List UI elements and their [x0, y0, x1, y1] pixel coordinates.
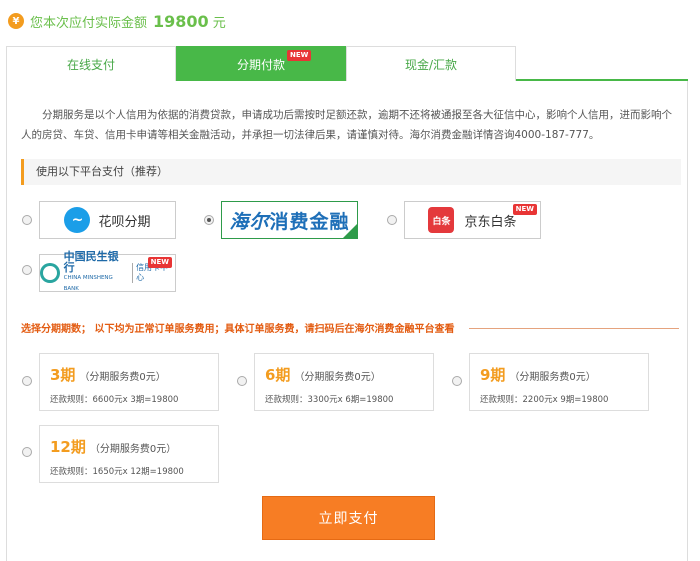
platform-name: 京东白条 [464, 214, 517, 230]
radio-plan-6[interactable] [237, 376, 247, 386]
platform-section-title: 使用以下平台支付（推荐） [21, 159, 681, 185]
plan-12-periods[interactable]: 12期 （分期服务费0元） 还款规则：1650元x 12期=19800 [39, 425, 219, 483]
plan-9-periods[interactable]: 9期 （分期服务费0元） 还款规则：2200元x 9期=19800 [469, 353, 649, 411]
plan-fee: （分期服务费0元） [79, 372, 166, 383]
platform-minsheng-bank[interactable]: 中国民生银行 CHINA MINSHENG BANK 信用卡中心 NEW [39, 250, 176, 292]
tab-label: 分期付款 [236, 57, 285, 72]
radio-jd-baitiao[interactable] [387, 215, 397, 225]
radio-haier-finance[interactable] [204, 215, 214, 225]
huabei-logo-icon: ~ [64, 207, 91, 233]
section-divider [469, 328, 679, 329]
plan-fee: （分期服务费0元） [89, 444, 177, 455]
bank-name-cn: 中国民生银行 [63, 250, 119, 274]
installment-panel: 分期服务是以个人信用为依据的消费贷款，申请成功后需按时足额还款，逾期不还将被通报… [6, 81, 688, 561]
radio-minsheng[interactable] [22, 265, 32, 275]
tab-installment[interactable]: 分期付款 NEW [176, 46, 346, 81]
platform-huabei[interactable]: ~ 花呗分期 [39, 201, 176, 239]
plan-rule: 还款规则：1650元x 12期=19800 [50, 467, 184, 477]
haier-finance-logo-icon: 海尔消费金融 [229, 210, 350, 233]
selected-corner-icon [343, 224, 357, 238]
payable-amount: ¥ 您本次应付实际金额 19800 元 [8, 10, 226, 32]
plan-rule: 还款规则：2200元x 9期=19800 [480, 395, 609, 405]
platform-haier-finance[interactable]: 海尔消费金融 [221, 201, 358, 239]
plan-rule: 还款规则：3300元x 6期=19800 [265, 395, 394, 405]
new-badge: NEW [287, 50, 312, 61]
plan-rule: 还款规则：6600元x 3期=19800 [50, 395, 179, 405]
yen-icon: ¥ [8, 13, 24, 29]
pay-now-button[interactable]: 立即支付 [262, 496, 435, 540]
jd-baitiao-logo-icon: 白条 [428, 207, 455, 233]
payment-method-tabs: 在线支付 分期付款 NEW 现金/汇款 [6, 46, 688, 81]
period-section-title: 选择分期期数； 以下均为正常订单服务费用；具体订单服务费，请扫码后在海尔消费金融… [21, 324, 455, 335]
minsheng-bank-logo-icon [40, 263, 60, 283]
tab-cash-remittance[interactable]: 现金/汇款 [346, 46, 516, 81]
tab-label: 现金/汇款 [404, 57, 458, 72]
radio-huabei[interactable] [22, 215, 32, 225]
amount-unit: 元 [212, 15, 226, 31]
plan-3-periods[interactable]: 3期 （分期服务费0元） 还款规则：6600元x 3期=19800 [39, 353, 219, 411]
radio-plan-12[interactable] [22, 447, 32, 457]
tab-online-payment[interactable]: 在线支付 [6, 46, 176, 81]
plan-fee: （分期服务费0元） [509, 372, 596, 383]
plan-period: 3期 [50, 366, 76, 384]
new-badge: NEW [147, 257, 172, 268]
installment-notice: 分期服务是以个人信用为依据的消费贷款，申请成功后需按时足额还款，逾期不还将被通报… [21, 109, 672, 141]
plan-6-periods[interactable]: 6期 （分期服务费0元） 还款规则：3300元x 6期=19800 [254, 353, 434, 411]
radio-plan-9[interactable] [452, 376, 462, 386]
plan-period: 9期 [480, 366, 506, 384]
plan-period: 6期 [265, 366, 291, 384]
radio-plan-3[interactable] [22, 376, 32, 386]
amount-value: 19800 [153, 11, 209, 31]
plan-period: 12期 [50, 438, 86, 456]
new-badge: NEW [512, 204, 537, 215]
tab-label: 在线支付 [66, 57, 115, 72]
plan-fee: （分期服务费0元） [294, 372, 381, 383]
amount-label: 您本次应付实际金额 [30, 15, 148, 31]
bank-name-en: CHINA MINSHENG BANK [63, 275, 113, 292]
platform-name: 花呗分期 [98, 214, 151, 230]
platform-jd-baitiao[interactable]: 白条 京东白条 NEW [404, 201, 541, 239]
